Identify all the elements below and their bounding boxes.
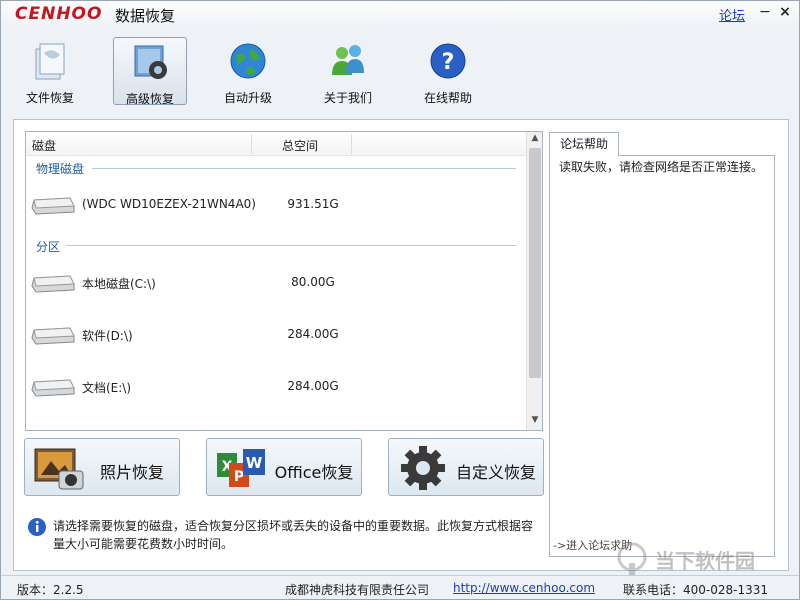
watermark: 当下软件园 [613, 541, 793, 577]
partition-name: 软件(D:\) [82, 329, 133, 343]
disk-size: 931.51G [287, 197, 339, 211]
custom-recovery-button[interactable]: 自定义恢复 [388, 438, 544, 496]
toolbar-online-help[interactable]: ? 在线帮助 [411, 37, 485, 105]
toolbar-file-recovery[interactable]: 文件恢复 [13, 37, 87, 105]
toolbar-label: 关于我们 [323, 91, 372, 105]
tab-forum-help[interactable]: 论坛帮助 [549, 132, 619, 156]
group-divider [66, 245, 516, 246]
partition-row[interactable]: 文档(E:\) 284.00G [30, 372, 520, 402]
toolbar-label: 自动升级 [223, 91, 272, 105]
partition-row[interactable]: 本地磁盘(C:\) 80.00G [30, 268, 520, 298]
app-window: CENHOO 数据恢复 论坛 − × 文件恢复 高级恢复 自动升级 关于我们 ?… [0, 0, 800, 600]
svg-text:P: P [234, 469, 244, 485]
network-error-message: 读取失败，请检查网络是否正常连接。 [559, 160, 764, 174]
column-disk[interactable]: 磁盘 [32, 137, 56, 154]
toolbar-label: 在线帮助 [423, 91, 472, 105]
watermark-logo-icon [617, 542, 647, 575]
column-total-space[interactable]: 总空间 [282, 137, 318, 154]
website-link[interactable]: http://www.cenhoo.com [453, 581, 595, 595]
hard-disk-icon [31, 379, 75, 397]
close-button[interactable]: × [777, 4, 793, 20]
svg-text:?: ? [442, 50, 455, 75]
hard-disk-icon [31, 275, 75, 293]
office-documents-icon: X P W [217, 449, 265, 487]
toolbar-label: 文件恢复 [25, 91, 74, 105]
vertical-scrollbar[interactable]: ▲ ▼ [526, 132, 542, 430]
title-bar: CENHOO 数据恢复 论坛 − × [1, 1, 799, 27]
office-recovery-button[interactable]: X P W Office恢复 [206, 438, 362, 496]
disk-name: (WDC WD10EZEX-21WN4A0) [82, 197, 256, 211]
forum-link[interactable]: 论坛 [719, 5, 745, 24]
scroll-up-arrow-icon[interactable]: ▲ [529, 133, 541, 147]
hard-disk-icon [31, 327, 75, 345]
gear-icon [401, 446, 445, 490]
partition-row[interactable]: 软件(D:\) 284.00G [30, 320, 520, 350]
toolbar-auto-update[interactable]: 自动升级 [211, 37, 285, 105]
partition-name: 本地磁盘(C:\) [82, 277, 156, 291]
file-icon [35, 43, 65, 80]
column-divider [251, 134, 252, 154]
toolbar-about-us[interactable]: 关于我们 [311, 37, 385, 105]
minimize-button[interactable]: − [757, 4, 773, 20]
globe-icon [230, 43, 266, 79]
photo-recovery-button[interactable]: 照片恢复 [24, 438, 180, 496]
toolbar-label: 高级恢复 [125, 92, 174, 106]
disk-list[interactable]: 磁盘 总空间 物理磁盘 (WDC WD10EZEX-21WN4A0) 931.5… [25, 131, 543, 431]
people-icon [332, 45, 364, 75]
contact-phone: 联系电话：400-028-1331 [623, 583, 769, 597]
office-recovery-label: Office恢复 [274, 463, 354, 482]
scroll-down-arrow-icon[interactable]: ▼ [529, 415, 541, 429]
gear-icon [134, 45, 167, 79]
column-header: 磁盘 总空间 [26, 132, 526, 156]
custom-recovery-label: 自定义恢复 [455, 463, 536, 482]
group-partition: 分区 [36, 240, 61, 254]
version-text: 版本：2.2.5 [17, 583, 84, 597]
group-physical-disk: 物理磁盘 [36, 162, 85, 176]
photo-recovery-label: 照片恢复 [99, 463, 164, 482]
scroll-thumb[interactable] [529, 148, 541, 378]
svg-text:W: W [246, 454, 263, 472]
photo-camera-icon [34, 448, 84, 490]
toolbar-advanced-recovery[interactable]: 高级恢复 [113, 37, 187, 106]
info-icon [28, 518, 46, 536]
partition-size: 80.00G [291, 275, 335, 289]
company-name: 成都神虎科技有限责任公司 [285, 583, 430, 597]
partition-size: 284.00G [287, 379, 339, 393]
watermark-text: 当下软件园 [655, 549, 755, 573]
forum-help-panel [549, 155, 775, 557]
disk-row[interactable]: (WDC WD10EZEX-21WN4A0) 931.51G [30, 190, 520, 220]
info-text: 请选择需要恢复的磁盘，适合恢复分区损坏或丢失的设备中的重要数据。此恢复方式根据容… [53, 519, 534, 551]
group-divider [92, 168, 516, 169]
status-bar: 版本：2.2.5 成都神虎科技有限责任公司 http://www.cenhoo.… [1, 575, 799, 599]
app-title: 数据恢复 [115, 7, 176, 25]
help-icon: ? [430, 43, 466, 79]
toolbar: 文件恢复 高级恢复 自动升级 关于我们 ? 在线帮助 [1, 27, 799, 111]
hard-disk-icon [31, 197, 75, 215]
partition-size: 284.00G [287, 327, 339, 341]
partition-name: 文档(E:\) [82, 381, 132, 395]
column-divider [351, 134, 352, 154]
cenhoo-logo: CENHOO [15, 4, 103, 24]
